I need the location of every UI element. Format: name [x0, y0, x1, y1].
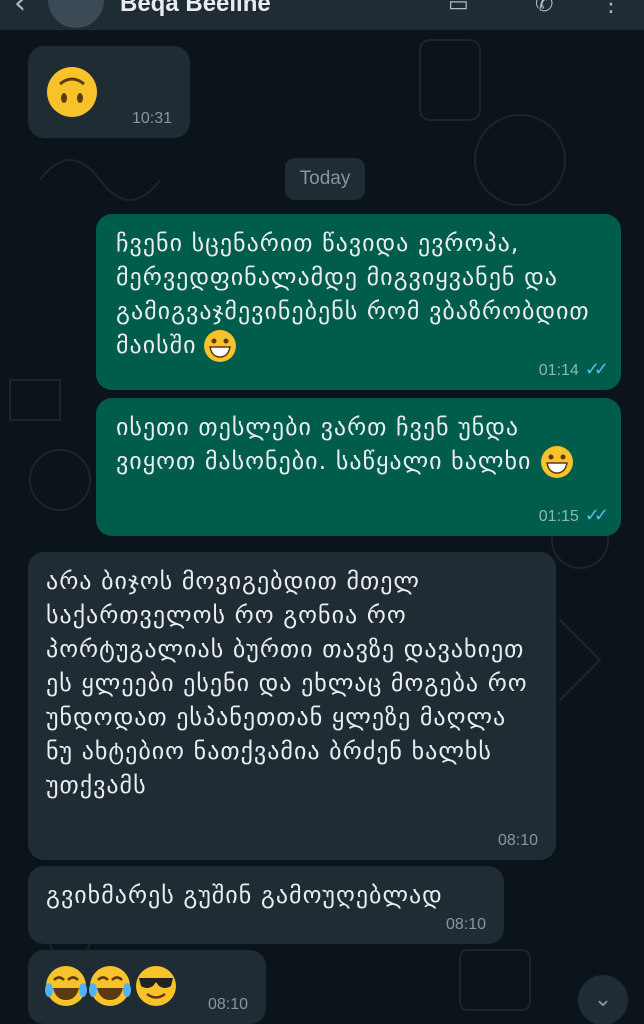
message-time: 10:31	[131, 110, 172, 127]
message-time: 01:14	[538, 362, 579, 379]
read-receipt-icon: ✓✓	[584, 359, 609, 379]
contact-name[interactable]: Beqa Beeline	[120, 0, 271, 18]
grinning-face-emoji	[541, 446, 574, 478]
message-bubble-incoming[interactable]: არა ბიჯოს მოვიგებდით მთელ საქართველოს რო…	[28, 552, 556, 860]
video-call-icon[interactable]: ▭	[448, 0, 469, 17]
message-bubble-outgoing[interactable]: ჩვენი სცენარით წავიდა ევროპა, მერვედფინა…	[96, 214, 621, 390]
chat-header: ‹ Beqa Beeline ▭ ✆ ⋮	[0, 0, 644, 30]
tears-of-joy-emoji	[45, 966, 87, 1006]
arrow-left-icon[interactable]: ‹	[14, 0, 26, 21]
tears-of-joy-emoji	[89, 966, 131, 1006]
read-receipt-icon: ✓✓	[584, 505, 609, 525]
message-text-content: ჩვენი სცენარით წავიდა ევროპა, მერვედფინა…	[116, 229, 599, 359]
message-bubble-incoming[interactable]: 08:10	[28, 950, 266, 1024]
message-text: ჩვენი სცენარით წავიდა ევროპა, მერვედფინა…	[116, 226, 601, 363]
more-vert-icon[interactable]: ⋮	[600, 0, 622, 17]
chat-screen: ‹ Beqa Beeline ▭ ✆ ⋮ 10:31 Today ჩვენი ს…	[0, 0, 644, 1024]
message-text: არა ბიჯოს მოვიგებდით მთელ საქართველოს რო…	[46, 567, 542, 799]
sunglasses-face-emoji	[136, 966, 176, 1006]
upside-down-face-emoji	[47, 67, 97, 117]
message-text-content: ისეთი თესლები ვართ ჩვენ უნდა ვიყოთ მასონ…	[116, 413, 532, 475]
date-divider: Today	[285, 158, 365, 200]
message-text: ისეთი თესლები ვართ ჩვენ უნდა ვიყოთ მასონ…	[116, 410, 601, 479]
message-time: 08:10	[445, 916, 486, 933]
message-bubble-incoming[interactable]: გვიხმარეს გუშინ გამოუღებლად 08:10	[28, 866, 504, 944]
double-chevron-down-icon: ⌄	[593, 987, 613, 1012]
message-bubble-outgoing[interactable]: ისეთი თესლები ვართ ჩვენ უნდა ვიყოთ მასონ…	[96, 398, 621, 536]
emoji-row	[45, 966, 176, 1006]
message-bubble-incoming[interactable]: 10:31	[28, 46, 190, 138]
message-time: 08:10	[207, 996, 248, 1013]
scroll-to-bottom-button[interactable]: ⌄	[578, 975, 628, 1024]
avatar[interactable]	[48, 0, 104, 28]
message-time: 08:10	[497, 832, 538, 849]
message-text: გვიხმარეს გუშინ გამოუღებლად	[46, 881, 443, 909]
message-meta: 01:15 ✓✓	[538, 505, 609, 526]
message-time: 01:15	[538, 508, 579, 525]
grinning-face-emoji	[203, 330, 236, 362]
message-meta: 01:14 ✓✓	[538, 359, 609, 380]
phone-icon[interactable]: ✆	[535, 0, 553, 17]
